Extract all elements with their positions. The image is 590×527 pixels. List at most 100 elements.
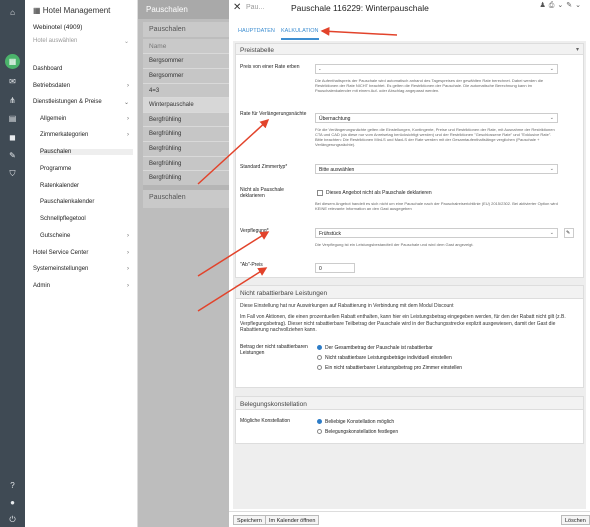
belegung-label: Mögliche Konstellation [240,418,291,424]
nav-hotel-service-center[interactable]: Hotel Service Center › [33,250,133,256]
list-item[interactable]: Bergfrühling [143,156,229,171]
verpflegung-select[interactable]: Frühstück ⌄ [315,228,558,238]
close-icon[interactable]: ✕ [233,2,241,13]
rabatt-option-individuell[interactable] [317,355,322,360]
chevron-right-icon: › [127,116,129,122]
list-item[interactable]: 4=3 [143,83,229,98]
tab-kalkulation[interactable]: KALKULATION [281,28,319,40]
verpflegung-label: Verpflegung* [240,228,269,234]
nicht-als-pauschale-label: Nicht als Pauschale deklarieren [240,187,284,199]
nav-programme[interactable]: Programme [40,166,133,172]
belegung-option-label[interactable]: Belegungskonstellation festlegen [325,429,398,435]
user-icon[interactable]: ● [5,495,20,510]
preis-von-rate-help: Die Aufenthaltspreis der Pauschale wird … [315,78,544,93]
rabatt-option-gesamt[interactable] [317,345,322,350]
ab-preis-input[interactable]: 0 [315,263,355,273]
preistabelle-header[interactable]: Preistabelle ▾ [236,44,583,55]
belegung-option-festlegen[interactable] [317,429,322,434]
delete-button[interactable]: Löschen [561,515,590,525]
chevron-down-icon: ⌄ [549,166,554,172]
chevron-right-icon: › [127,233,129,239]
nicht-als-pauschale-checkbox[interactable] [317,190,323,196]
nav-admin[interactable]: Admin › [33,283,133,289]
preis-von-rate-label: Preis von einer Rate erben [240,64,300,70]
list-item[interactable]: Bergfrühling [143,112,229,127]
rate-verlaengerung-select[interactable]: Übernachtung ⌄ [315,113,558,123]
nav-systemeinstellungen[interactable]: Systemeinstellungen › [33,266,133,272]
list-item[interactable]: Bergfrühling [143,126,229,141]
list-item[interactable]: Winterpauschale [143,97,229,112]
hotel-name: Webinotel (4909) [33,24,83,31]
breadcrumb[interactable]: Pau... [246,4,264,11]
open-in-calendar-button[interactable]: Im Kalender öffnen [265,515,320,525]
chevron-down-icon: ⌄ [549,115,554,121]
users-icon[interactable]: ♟ [539,2,548,9]
briefcase-icon[interactable]: ◼ [5,130,20,145]
nav-gutscheine[interactable]: Gutscheine › [40,233,133,239]
rabatt-option-label[interactable]: Nicht rabattierbare Leistungsbeträge ind… [325,355,452,361]
chat-icon[interactable]: ✉ [5,74,20,89]
belegung-option-label[interactable]: Beliebige Konstellation möglich [325,419,394,425]
rate-verlaengerung-help: Für die Verlängerungsnächte gelten die E… [315,127,555,147]
home-icon[interactable]: ⌂ [5,5,20,20]
nav-pauschalenkalender[interactable]: Pauschalenkalender [40,199,133,205]
chevron-right-icon: › [127,250,129,256]
chevron-down-icon[interactable]: ⌄ [575,2,584,9]
list-column-name[interactable]: Name [143,39,229,54]
list-item[interactable]: Bergsommer [143,68,229,83]
standard-zimmertyp-select[interactable]: Bitte auswählen ⌄ [315,164,558,174]
rabatt-option-pro-zimmer[interactable] [317,365,322,370]
panel-topbar: ✕ Pau... Pauschale 116229: Winterpauscha… [229,0,590,16]
edit-icon: ✎ [566,230,571,236]
belegung-card: Belegungskonstellation Mögliche Konstell… [235,396,584,444]
nav-allgemein[interactable]: Allgemein › [40,116,133,122]
list-header: Pauschalen [138,0,229,19]
pauschalen-list: Pauschalen Pauschalen Name Bergsommer Be… [138,0,229,527]
list-item[interactable]: Bergfrühling [143,170,229,185]
rabatt-betrag-label: Betrag der nicht rabattierbaren Leistung… [240,344,308,356]
rabatt-intro: Diese Einstellung hat nur Auswirkungen a… [240,303,454,309]
shield-icon[interactable]: ⛉ [5,166,20,181]
toolbar-icons: ♟⎙⌄✎⌄ [539,1,584,10]
brand-icon: ▦ [33,6,43,15]
preis-von-rate-select[interactable]: - ⌄ [315,64,558,74]
list-item[interactable]: Bergfrühling [143,141,229,156]
nav-pauschalen[interactable]: Pauschalen [40,149,133,155]
belegung-header: Belegungskonstellation [236,397,583,410]
belegung-option-beliebig[interactable] [317,419,322,424]
nicht-als-pauschale-help: Bei diesem Angebot handelt es sich nicht… [315,201,558,211]
nav-betriebsdaten[interactable]: Betriebsdaten › [33,83,133,89]
comment-icon[interactable]: ✎ [566,2,575,9]
rabatt-option-label[interactable]: Ein nicht rabattierbarer Leistungsbetrag… [325,365,462,371]
nicht-als-pauschale-checkbox-label[interactable]: Dieses Angebot nicht als Pauschale dekla… [326,190,432,196]
caret-down-icon: ▾ [575,47,579,53]
verpflegung-edit-button[interactable]: ✎ [564,228,574,238]
wrench-icon[interactable]: ✎ [5,148,20,163]
nav-ratenkalender[interactable]: Ratenkalender [40,183,133,189]
main-navigation: ▦ Hotel Management Webinotel (4909) Hote… [25,0,138,527]
tab-hauptdaten[interactable]: HAUPTDATEN [238,28,275,34]
chevron-right-icon: › [127,132,129,138]
rabatt-option-label[interactable]: Der Gesamtbetrag der Pauschale ist rabat… [325,345,433,351]
preistabelle-card: Preistabelle ▾ Preis von einer Rate erben… [235,43,584,278]
icon-sidebar: ⌂ ▦ ✉ ⋔ ▤ ◼ ✎ ⛉ ? ● ⏻ [0,0,25,527]
logout-icon[interactable]: ⏻ [5,512,20,527]
chevron-down-icon: ⌄ [123,39,129,45]
nav-dashboard[interactable]: Dashboard [33,66,133,72]
nav-dienstleistungen[interactable]: Dienstleistungen & Preise ⌄ [33,99,133,106]
nav-zimmerkategorien[interactable]: Zimmerkategorien › [40,132,133,138]
verpflegung-help: Die Verpflegung ist ein Leistungsbestand… [315,242,474,247]
save-button[interactable]: Speichern [233,515,266,525]
network-icon[interactable]: ⋔ [5,93,20,108]
panel-content[interactable]: Preistabelle ▾ Preis von einer Rate erben… [233,41,586,509]
rabatt-header: Nicht rabattierbare Leistungen [236,286,583,299]
list-item[interactable]: Bergsommer [143,53,229,68]
chevron-right-icon: › [127,283,129,289]
help-icon[interactable]: ? [5,478,20,493]
nav-schnellpflegetool[interactable]: Schnellpflegetool [40,216,133,222]
hotel-select[interactable]: Hotel auswählen ⌄ [33,38,133,45]
calendar-icon[interactable]: ▤ [5,111,20,126]
chevron-down-icon: ⌄ [549,66,554,72]
chevron-down-icon[interactable]: ⌄ [557,2,566,9]
contacts-icon[interactable]: ▦ [5,54,20,69]
